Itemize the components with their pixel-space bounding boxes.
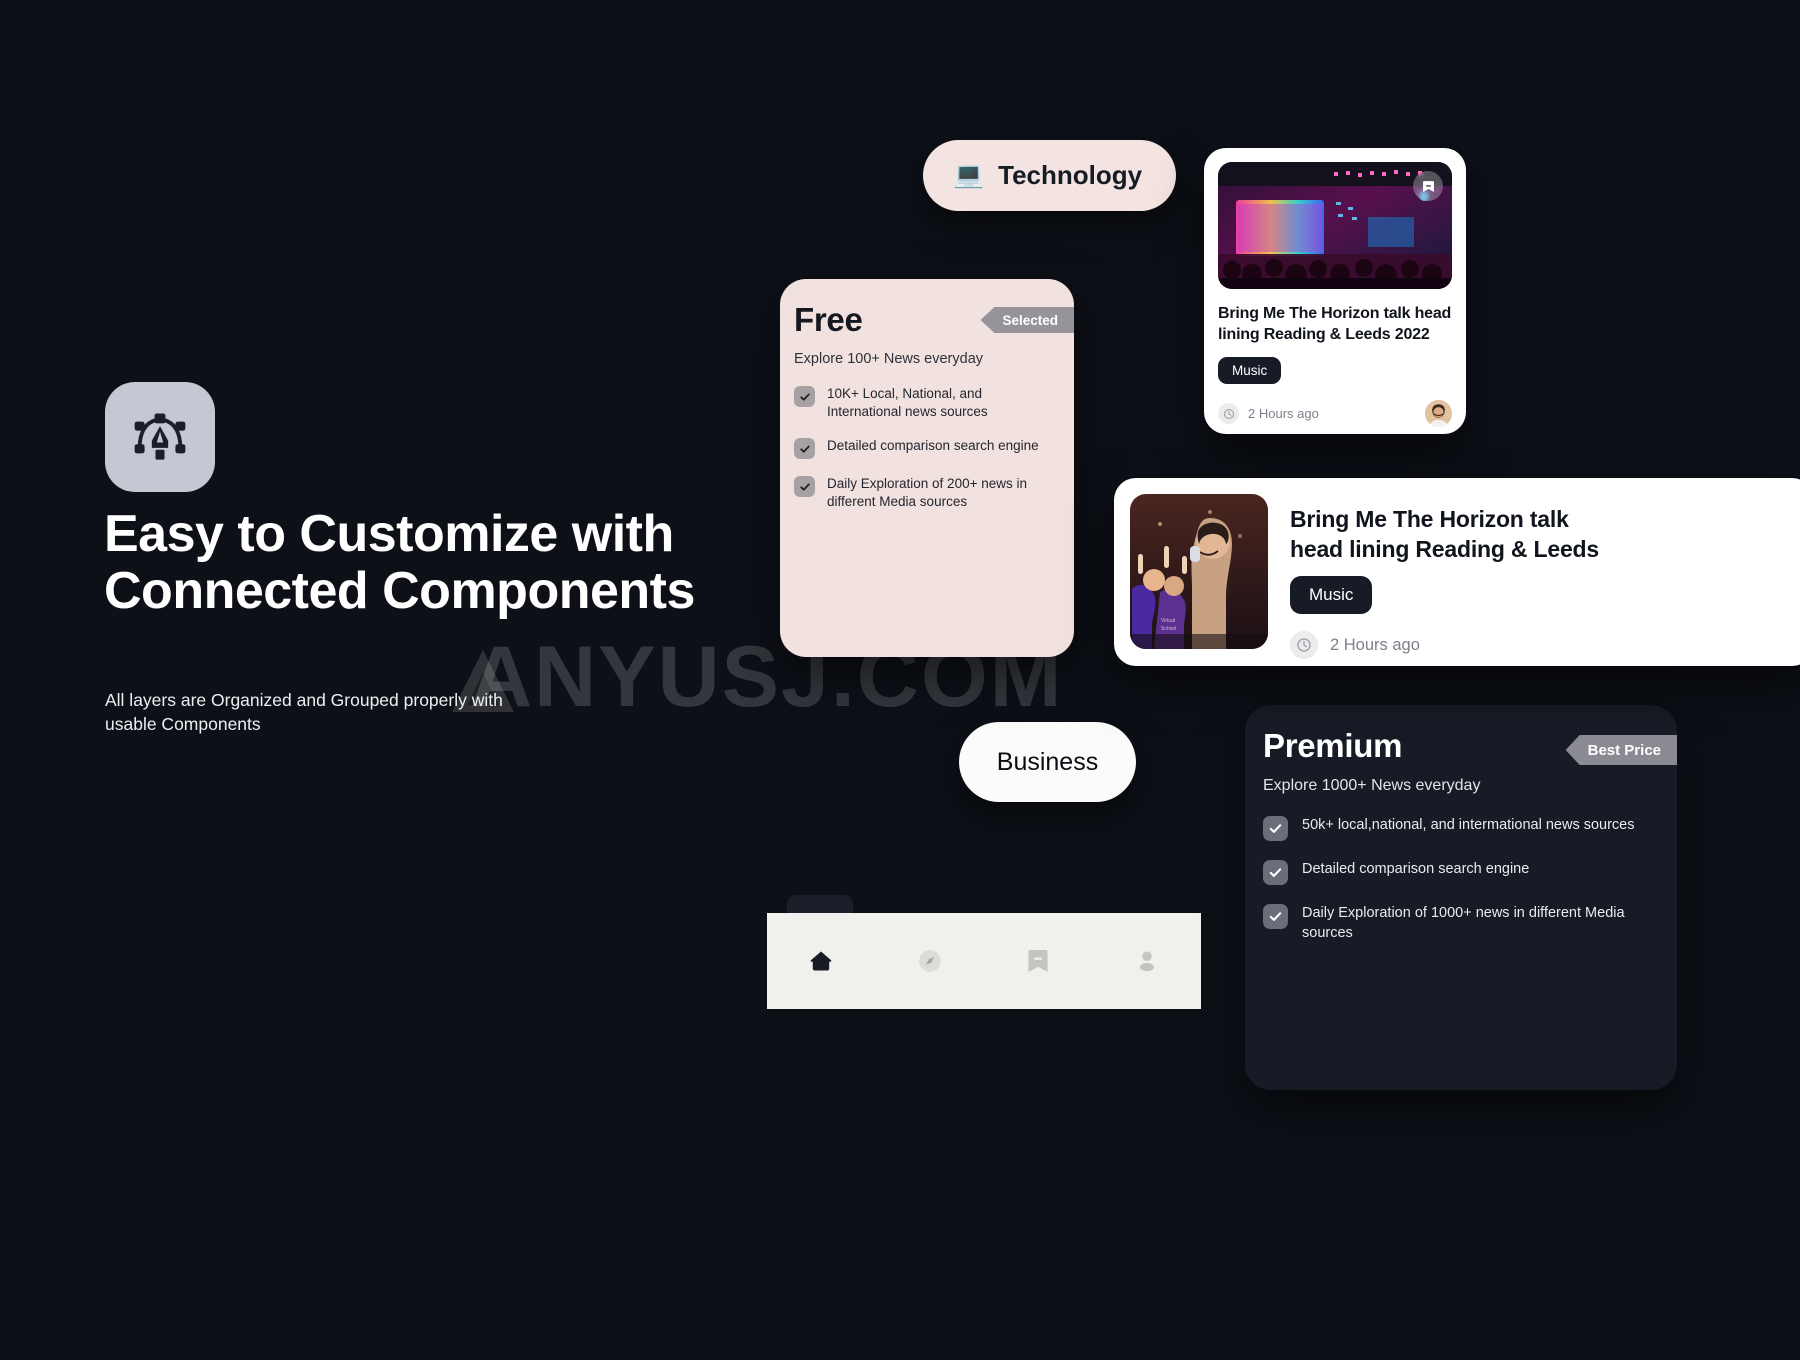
feature-text: Detailed comparison search engine <box>1302 861 1530 877</box>
plan-header: Premium Best Price <box>1245 705 1677 765</box>
feature-text: Daily Exploration of 200+ news in differ… <box>827 476 1027 509</box>
plan-name: Free <box>794 301 863 338</box>
status-badge: Best Price <box>1565 735 1677 765</box>
plan-subtitle: Explore 100+ News everyday <box>794 351 984 367</box>
svg-text:School: School <box>1161 626 1176 632</box>
list-item: Detailed comparison search engine <box>794 437 1060 459</box>
feature-text: 10K+ Local, National, and International … <box>827 386 988 419</box>
news-headline-line1: Bring Me The Horizon talk <box>1290 506 1569 532</box>
bottom-navigation-bar <box>767 913 1201 1009</box>
page-subtitle: All layers are Organized and Grouped pro… <box>105 690 503 734</box>
news-card-vertical[interactable]: Bring Me The Horizon talk head lining Re… <box>1204 148 1466 434</box>
nav-item-explore[interactable] <box>876 948 985 974</box>
svg-text:Virtual: Virtual <box>1161 618 1175 624</box>
list-item: Daily Exploration of 1000+ news in diffe… <box>1263 903 1655 943</box>
plan-name: Premium <box>1263 727 1403 764</box>
check-icon <box>794 438 815 459</box>
nav-item-home[interactable] <box>767 948 876 974</box>
laptop-icon: 💻 <box>953 161 985 189</box>
check-icon <box>1263 904 1288 929</box>
profile-icon <box>1134 948 1160 974</box>
home-icon <box>808 948 834 974</box>
news-tag[interactable]: Music <box>1290 576 1373 614</box>
category-chip-technology[interactable]: 💻 Technology <box>923 140 1177 211</box>
status-badge: Selected <box>980 307 1074 333</box>
feature-text: Daily Exploration of 1000+ news in diffe… <box>1302 905 1625 941</box>
news-card-horizontal[interactable]: Virtual School Bring Me The Horizon talk… <box>1114 478 1800 666</box>
plan-header: Free Selected <box>780 279 1074 339</box>
nav-item-bookmarks[interactable] <box>984 948 1093 974</box>
page-title: Easy to Customize with Connected Compone… <box>104 505 695 620</box>
category-chip-business[interactable]: Business <box>959 722 1136 802</box>
list-item: 10K+ Local, National, and International … <box>794 385 1060 421</box>
category-chip-label: Technology <box>998 160 1143 190</box>
list-item: Daily Exploration of 200+ news in differ… <box>794 475 1060 511</box>
feature-text: 50k+ local,national, and intermational n… <box>1302 817 1635 833</box>
bookmark-icon <box>1026 948 1050 974</box>
plan-feature-list: 50k+ local,national, and intermational n… <box>1263 815 1677 943</box>
check-icon <box>794 476 815 497</box>
bookmark-icon[interactable] <box>1413 171 1443 201</box>
compass-icon <box>917 948 943 974</box>
news-thumbnail <box>1218 162 1452 289</box>
news-meta: 2 Hours ago <box>1218 400 1452 427</box>
check-icon <box>1263 816 1288 841</box>
news-tag[interactable]: Music <box>1218 357 1282 384</box>
news-body: Bring Me The Horizon talk head lining Re… <box>1290 494 1599 659</box>
list-item: 50k+ local,national, and intermational n… <box>1263 815 1655 841</box>
news-headline: Bring Me The Horizon talk head lining Re… <box>1218 305 1452 343</box>
pen-tool-icon <box>105 382 215 492</box>
category-chip-label: Business <box>996 747 1099 776</box>
plan-card-free[interactable]: Free Selected Explore 100+ News everyday… <box>780 279 1074 657</box>
news-time-label: 2 Hours ago <box>1330 635 1420 654</box>
avatar[interactable] <box>1425 400 1452 427</box>
news-thumbnail: Virtual School <box>1130 494 1268 649</box>
news-headline-line2: head lining Reading & Leeds <box>1290 536 1599 562</box>
clock-icon <box>1218 403 1239 424</box>
feature-text: Detailed comparison search engine <box>827 438 1039 453</box>
check-icon <box>1263 860 1288 885</box>
news-timestamp: 2 Hours ago <box>1218 403 1319 424</box>
list-item: Detailed comparison search engine <box>1263 859 1655 885</box>
check-icon <box>794 386 815 407</box>
screenshot-canvas: ANYUSJ.COM Easy to Customize with Connec… <box>0 0 1800 1360</box>
news-time-label: 2 Hours ago <box>1248 406 1319 421</box>
plan-card-premium[interactable]: Premium Best Price Explore 1000+ News ev… <box>1245 705 1677 1090</box>
clock-icon <box>1290 631 1318 659</box>
news-timestamp: 2 Hours ago <box>1290 631 1599 659</box>
plan-subtitle: Explore 1000+ News everyday <box>1263 777 1481 794</box>
plan-feature-list: 10K+ Local, National, and International … <box>794 385 1074 511</box>
news-headline: Bring Me The Horizon talk head lining Re… <box>1290 504 1599 564</box>
nav-item-profile[interactable] <box>1093 948 1202 974</box>
